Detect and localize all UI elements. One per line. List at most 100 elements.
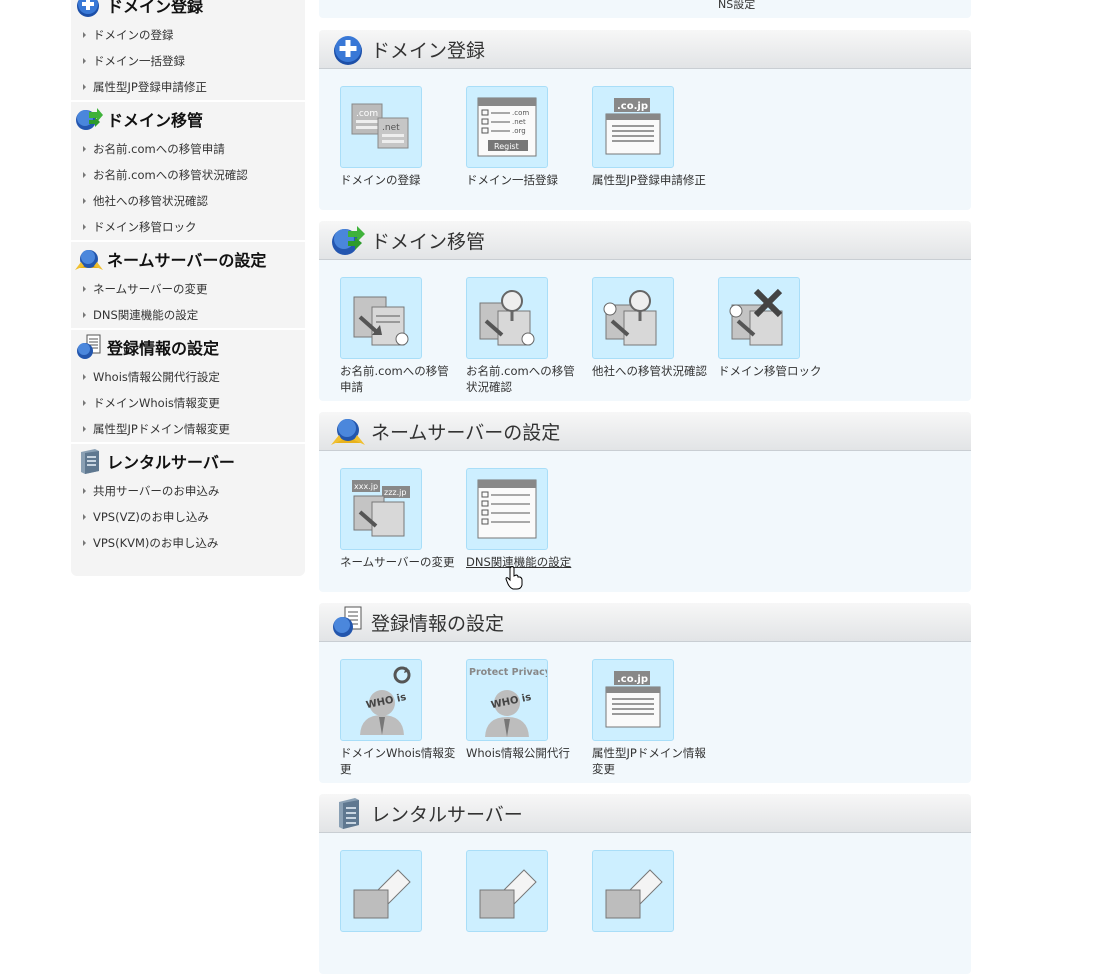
sidebar-heading-label: レンタルサーバー <box>107 453 235 472</box>
tile-jp-domain-info[interactable]: .co.jp 属性型JPドメイン情報変更 <box>592 659 712 777</box>
sidebar-item-dns-settings[interactable]: DNS関連機能の設定 <box>71 302 305 328</box>
tile-image <box>466 277 548 359</box>
tile-whois-change[interactable]: WHO is ドメインWhois情報変更 <box>340 659 460 777</box>
section-title: ネームサーバーの設定 <box>371 421 561 444</box>
sidebar-item-transfer-status[interactable]: お名前.comへの移管状況確認 <box>71 162 305 188</box>
sidebar-item-domain-register[interactable]: ドメインの登録 <box>71 22 305 48</box>
tile-label[interactable]: ドメイン移管ロック <box>718 363 838 379</box>
transfer-icon <box>332 226 365 255</box>
plus-circle-icon <box>334 36 362 65</box>
sidebar-item-nameserver-change[interactable]: ネームサーバーの変更 <box>71 276 305 302</box>
sidebar-item-outbound-transfer-status[interactable]: 他社への移管状況確認 <box>71 188 305 214</box>
section-domain-registration: ドメイン登録 .com .net ドメインの登録 .com .net .org … <box>319 30 971 210</box>
tile-image: .com .net <box>340 86 422 168</box>
tile-label[interactable]: 他社への移管状況確認 <box>592 363 712 379</box>
tile-vps-kvm[interactable] <box>592 850 712 936</box>
sidebar-item-label: ドメインの登録 <box>93 28 174 42</box>
sidebar-heading[interactable]: レンタルサーバー <box>71 444 305 478</box>
sidebar-group-domain-registration: ドメイン登録 ドメインの登録 ドメイン一括登録 属性型JP登録申請修正 <box>71 0 305 102</box>
section-header: ネームサーバーの設定 <box>319 412 971 451</box>
section-title: ドメイン登録 <box>371 39 486 62</box>
tile-image <box>466 850 548 932</box>
transfer-status-icon <box>479 290 535 346</box>
nameserver-icon <box>331 419 365 445</box>
tile-transfer-lock[interactable]: ドメイン移管ロック <box>718 277 838 379</box>
tile-image: .com .net .org Regist <box>466 86 548 168</box>
tile-outbound-transfer-status[interactable]: 他社への移管状況確認 <box>592 277 712 379</box>
section-header: ドメイン移管 <box>319 221 971 260</box>
tile-transfer-request[interactable]: お名前.comへの移管申請 <box>340 277 460 395</box>
transfer-request-icon <box>353 296 409 346</box>
tile-shared-server[interactable] <box>340 850 460 936</box>
bullet-icon <box>83 374 86 380</box>
tile-label[interactable]: ネームサーバーの変更 <box>340 554 460 570</box>
section-header: ドメイン登録 <box>319 30 971 69</box>
svg-text:.co.jp: .co.jp <box>617 101 648 112</box>
sidebar-item-jp-register-fix[interactable]: 属性型JP登録申請修正 <box>71 74 305 100</box>
sidebar-heading-label: ドメイン移管 <box>107 111 204 130</box>
tile-dns-settings[interactable]: DNS関連機能の設定 <box>466 468 586 570</box>
tile-label[interactable]: ドメイン一括登録 <box>466 172 586 188</box>
sidebar-heading-label: ネームサーバーの設定 <box>107 251 267 270</box>
sidebar-item-vps-kvm[interactable]: VPS(KVM)のお申し込み <box>71 530 305 556</box>
ns-settings-label[interactable]: NS設定 <box>718 0 755 12</box>
section-title: ドメイン移管 <box>371 230 486 253</box>
tile-whois-privacy[interactable]: Protect Privacy WHO is Whois情報公開代行 <box>466 659 586 761</box>
sidebar-item-label: DNS関連機能の設定 <box>93 308 199 322</box>
whois-privacy-icon: Protect Privacy WHO is <box>469 667 547 737</box>
tile-bulk-register[interactable]: .com .net .org Regist ドメイン一括登録 <box>466 86 586 188</box>
tile-label[interactable]: お名前.comへの移管状況確認 <box>466 363 586 395</box>
tile-label[interactable]: ドメインの登録 <box>340 172 460 188</box>
tile-domain-register[interactable]: .com .net ドメインの登録 <box>340 86 460 188</box>
bullet-icon <box>83 426 86 432</box>
tile-label[interactable]: DNS関連機能の設定 <box>466 554 586 570</box>
sidebar-item-whois-privacy[interactable]: Whois情報公開代行設定 <box>71 364 305 390</box>
sidebar-item-label: ネームサーバーの変更 <box>93 282 208 296</box>
sidebar: ドメイン登録 ドメインの登録 ドメイン一括登録 属性型JP登録申請修正 ドメイン… <box>71 0 305 576</box>
section-header: レンタルサーバー <box>319 794 971 833</box>
bullet-icon <box>83 540 86 546</box>
nameserver-icon <box>75 250 103 270</box>
section-header: 登録情報の設定 <box>319 603 971 642</box>
bullet-icon <box>83 172 86 178</box>
tile-label[interactable]: お名前.comへの移管申請 <box>340 363 460 395</box>
sidebar-item-whois-change[interactable]: ドメインWhois情報変更 <box>71 390 305 416</box>
tile-label[interactable]: 属性型JPドメイン情報変更 <box>592 745 712 777</box>
transfer-lock-icon <box>729 288 783 346</box>
sidebar-item-jp-domain-info[interactable]: 属性型JPドメイン情報変更 <box>71 416 305 442</box>
sidebar-item-transfer-request[interactable]: お名前.comへの移管申請 <box>71 136 305 162</box>
sidebar-heading[interactable]: ドメイン登録 <box>71 0 305 22</box>
tile-label[interactable]: 属性型JP登録申請修正 <box>592 172 712 188</box>
sidebar-item-transfer-lock[interactable]: ドメイン移管ロック <box>71 214 305 240</box>
tile-jp-register-fix[interactable]: .co.jp 属性型JP登録申請修正 <box>592 86 712 188</box>
sidebar-heading[interactable]: 登録情報の設定 <box>71 330 305 364</box>
svg-text:.net: .net <box>382 123 400 133</box>
registration-info-icon <box>333 606 362 637</box>
svg-text:xxx.jp: xxx.jp <box>354 482 378 491</box>
section-domain-transfer: ドメイン移管 お名前.comへの移管申請 お名前.comへの移管状況確認 他社へ… <box>319 221 971 401</box>
tile-transfer-status[interactable]: お名前.comへの移管状況確認 <box>466 277 586 395</box>
section-registration-info: 登録情報の設定 WHO is ドメインWhois情報変更 Protect Pri… <box>319 603 971 783</box>
bullet-icon <box>83 312 86 318</box>
sidebar-item-shared-server[interactable]: 共用サーバーのお申込み <box>71 478 305 504</box>
sidebar-heading-label: 登録情報の設定 <box>107 339 220 358</box>
sidebar-item-bulk-register[interactable]: ドメイン一括登録 <box>71 48 305 74</box>
sidebar-item-label: ドメイン一括登録 <box>93 54 185 68</box>
tile-label[interactable]: Whois情報公開代行 <box>466 745 586 761</box>
tile-label[interactable]: ドメインWhois情報変更 <box>340 745 460 777</box>
sidebar-item-label: ドメイン移管ロック <box>93 220 197 234</box>
sidebar-heading-label: ドメイン登録 <box>107 0 204 16</box>
bulk-register-icon: .com .net .org Regist <box>477 97 537 157</box>
sidebar-heading[interactable]: ネームサーバーの設定 <box>71 242 305 276</box>
tile-image <box>592 850 674 932</box>
tile-vps-vz[interactable] <box>466 850 586 936</box>
bullet-icon <box>83 84 86 90</box>
sidebar-item-vps-vz[interactable]: VPS(VZ)のお申し込み <box>71 504 305 530</box>
whois-change-icon: WHO is <box>360 666 411 735</box>
tile-image <box>340 850 422 932</box>
tile-image: Protect Privacy WHO is <box>466 659 548 741</box>
server-icon <box>81 449 99 474</box>
tile-image: WHO is <box>340 659 422 741</box>
tile-nameserver-change[interactable]: xxx.jp zzz.jp ネームサーバーの変更 <box>340 468 460 570</box>
sidebar-heading[interactable]: ドメイン移管 <box>71 102 305 136</box>
